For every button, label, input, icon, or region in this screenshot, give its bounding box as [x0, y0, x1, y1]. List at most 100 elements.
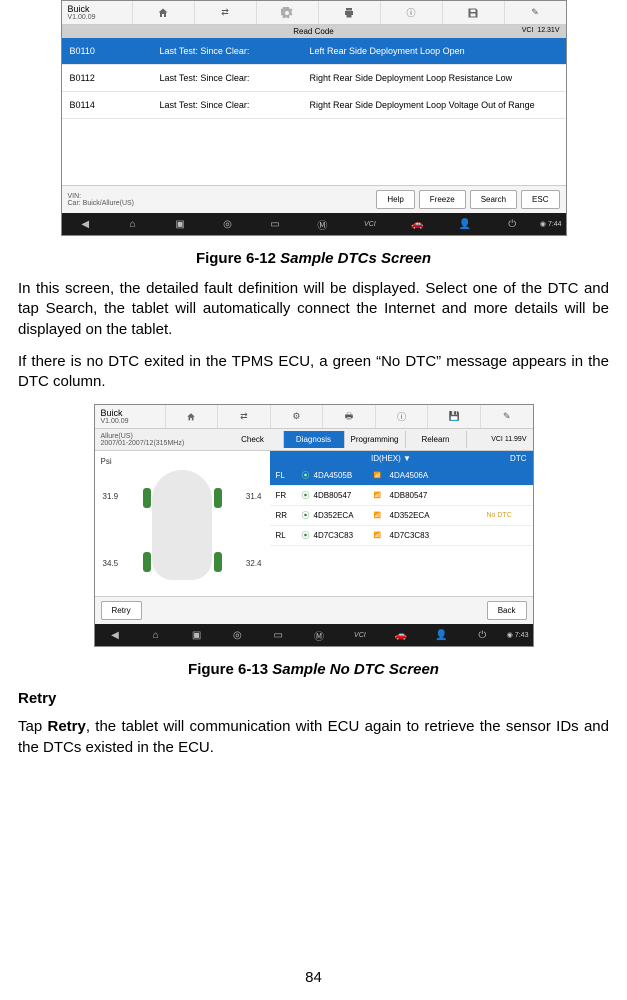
- tab-relearn[interactable]: Relearn: [406, 431, 467, 448]
- vehicle-bar: Allure(US) 2007/01-2007/12(315MHz) Check…: [95, 429, 533, 451]
- psi-label: Psi: [101, 457, 264, 466]
- dtc-column-header: DTC: [477, 454, 527, 463]
- sub-header-text: Read Code: [293, 27, 333, 36]
- vci-icon[interactable]: VCI: [346, 213, 393, 235]
- m-icon[interactable]: Ⓜ: [299, 213, 346, 235]
- sensor-id2: 4D7C3C83: [390, 531, 487, 540]
- tab-check[interactable]: Check: [223, 431, 284, 448]
- home-nav-icon[interactable]: ⌂: [135, 624, 176, 646]
- back-icon[interactable]: ◀: [62, 213, 109, 235]
- psi-rr: 32.4: [246, 559, 262, 568]
- info-icon[interactable]: ⓘ: [375, 405, 428, 428]
- no-dtc-screenshot: Buick V1.00.09 ⇄ ⚙ 🖶 ⓘ 💾 ✎ Allure(US) 20…: [94, 404, 534, 647]
- power-icon[interactable]: ⏻: [462, 624, 503, 646]
- paragraph-1: In this screen, the detailed fault defin…: [18, 279, 609, 340]
- dtc-code: B0110: [70, 46, 160, 56]
- tire-rr: [214, 552, 222, 572]
- save-icon[interactable]: 💾: [427, 405, 480, 428]
- antenna-icon: 📶: [374, 472, 390, 479]
- car-icon[interactable]: 🚗: [394, 213, 441, 235]
- edit-icon[interactable]: ✎: [480, 405, 533, 428]
- sensor-id: 4D352ECA: [314, 511, 374, 520]
- sensor-id: 4D7C3C83: [314, 531, 374, 540]
- brand-name: Buick: [68, 4, 126, 14]
- printer-icon[interactable]: 🖶: [322, 405, 375, 428]
- paragraph-3: Tap Retry, the tablet will communication…: [18, 717, 609, 758]
- dtc-status: Last Test: Since Clear:: [160, 73, 310, 83]
- sensor-row[interactable]: FL ⦿ 4DA4505B 📶 4DA4506A: [270, 466, 533, 486]
- recent-icon[interactable]: ▣: [176, 624, 217, 646]
- back-icon[interactable]: ◀: [95, 624, 136, 646]
- tire-fr: [214, 488, 222, 508]
- sensor-row[interactable]: RR ⦿ 4D352ECA 📶 4D352ECA No DTC: [270, 506, 533, 526]
- status-time: ◉ 7:43: [503, 624, 533, 646]
- vci-icon[interactable]: VCI: [339, 624, 380, 646]
- sensor-row[interactable]: FR ⦿ 4DB80547 📶 4DB80547: [270, 486, 533, 506]
- dtc-code: B0114: [70, 100, 160, 110]
- save-icon[interactable]: [442, 1, 504, 24]
- m-icon[interactable]: Ⓜ: [299, 624, 340, 646]
- tab-diagnosis[interactable]: Diagnosis: [284, 431, 345, 448]
- profile-icon[interactable]: 👤: [441, 213, 488, 235]
- dtc-code: B0112: [70, 73, 160, 83]
- data-panel: ID(HEX) ▼ DTC FL ⦿ 4DA4505B 📶 4DA4506A F…: [270, 451, 533, 596]
- tire-rl: [143, 552, 151, 572]
- figure-caption-2: Figure 6-13 Sample No DTC Screen: [18, 661, 609, 678]
- dtc-row[interactable]: B0112 Last Test: Since Clear: Right Rear…: [62, 65, 566, 92]
- profile-icon[interactable]: 👤: [421, 624, 462, 646]
- sensor-id2: 4D352ECA: [390, 511, 487, 520]
- power-icon[interactable]: ⏻: [488, 213, 535, 235]
- sensor-pos: FL: [276, 471, 302, 480]
- home-icon[interactable]: [165, 405, 218, 428]
- help-button[interactable]: Help: [376, 190, 414, 209]
- home-nav-icon[interactable]: ⌂: [109, 213, 156, 235]
- esc-button[interactable]: ESC: [521, 190, 559, 209]
- version-label: V1.00.09: [68, 14, 126, 21]
- back-button[interactable]: Back: [487, 601, 527, 620]
- apps-icon[interactable]: ◎: [204, 213, 251, 235]
- app-header: Buick V1.00.09 ⇄ ⚙ 🖶 ⓘ 💾 ✎: [95, 405, 533, 429]
- id-column-header[interactable]: ID(HEX) ▼: [306, 454, 477, 463]
- dtc-desc: Left Rear Side Deployment Loop Open: [310, 46, 558, 56]
- tab-programming[interactable]: Programming: [345, 431, 406, 448]
- sensor-id: 4DB80547: [314, 491, 374, 500]
- printer-icon[interactable]: [318, 1, 380, 24]
- version-label: V1.00.09: [101, 418, 159, 425]
- gear-icon[interactable]: [256, 1, 318, 24]
- signal-icon: ⦿: [302, 490, 314, 501]
- info-icon[interactable]: ⓘ: [380, 1, 442, 24]
- blank-area: [62, 119, 566, 185]
- search-button[interactable]: Search: [470, 190, 517, 209]
- dtc-screenshot: Buick V1.00.09 ⇄ ⓘ ✎ Read Code VCI 12.31…: [61, 0, 567, 236]
- nav-bar: ◀ ⌂ ▣ ◎ ▭ Ⓜ VCI 🚗 👤 ⏻ ◉ 7:44: [62, 213, 566, 235]
- footer-bar: VIN: Car: Buick/Allure(US) Help Freeze S…: [62, 185, 566, 213]
- freeze-button[interactable]: Freeze: [419, 190, 466, 209]
- swap-icon[interactable]: ⇄: [217, 405, 270, 428]
- retry-button[interactable]: Retry: [101, 601, 142, 620]
- vin-info: VIN: Car: Buick/Allure(US): [68, 193, 373, 207]
- home-icon[interactable]: [132, 1, 194, 24]
- sensor-id2: 4DB80547: [390, 491, 487, 500]
- dtc-row-selected[interactable]: B0110 Last Test: Since Clear: Left Rear …: [62, 38, 566, 65]
- gear-icon[interactable]: ⚙: [270, 405, 323, 428]
- sensor-pos: RR: [276, 511, 302, 520]
- paragraph-2: If there is no DTC exited in the TPMS EC…: [18, 352, 609, 393]
- retry-heading: Retry: [18, 690, 609, 707]
- signal-icon: ⦿: [302, 530, 314, 541]
- figure-caption-1: Figure 6-12 Sample DTCs Screen: [18, 250, 609, 267]
- car-icon[interactable]: 🚗: [380, 624, 421, 646]
- brand-name: Buick: [101, 408, 159, 418]
- device-icon[interactable]: ▭: [251, 213, 298, 235]
- psi-fl: 31.9: [103, 492, 119, 501]
- device-icon[interactable]: ▭: [258, 624, 299, 646]
- recent-icon[interactable]: ▣: [156, 213, 203, 235]
- psi-rl: 34.5: [103, 559, 119, 568]
- vci-badge: VCI 12.31V: [522, 27, 560, 34]
- dtc-row[interactable]: B0114 Last Test: Since Clear: Right Rear…: [62, 92, 566, 119]
- swap-icon[interactable]: ⇄: [194, 1, 256, 24]
- dtc-status: Last Test: Since Clear:: [160, 46, 310, 56]
- edit-icon[interactable]: ✎: [504, 1, 566, 24]
- sensor-pos: FR: [276, 491, 302, 500]
- sensor-row[interactable]: RL ⦿ 4D7C3C83 📶 4D7C3C83: [270, 526, 533, 546]
- apps-icon[interactable]: ◎: [217, 624, 258, 646]
